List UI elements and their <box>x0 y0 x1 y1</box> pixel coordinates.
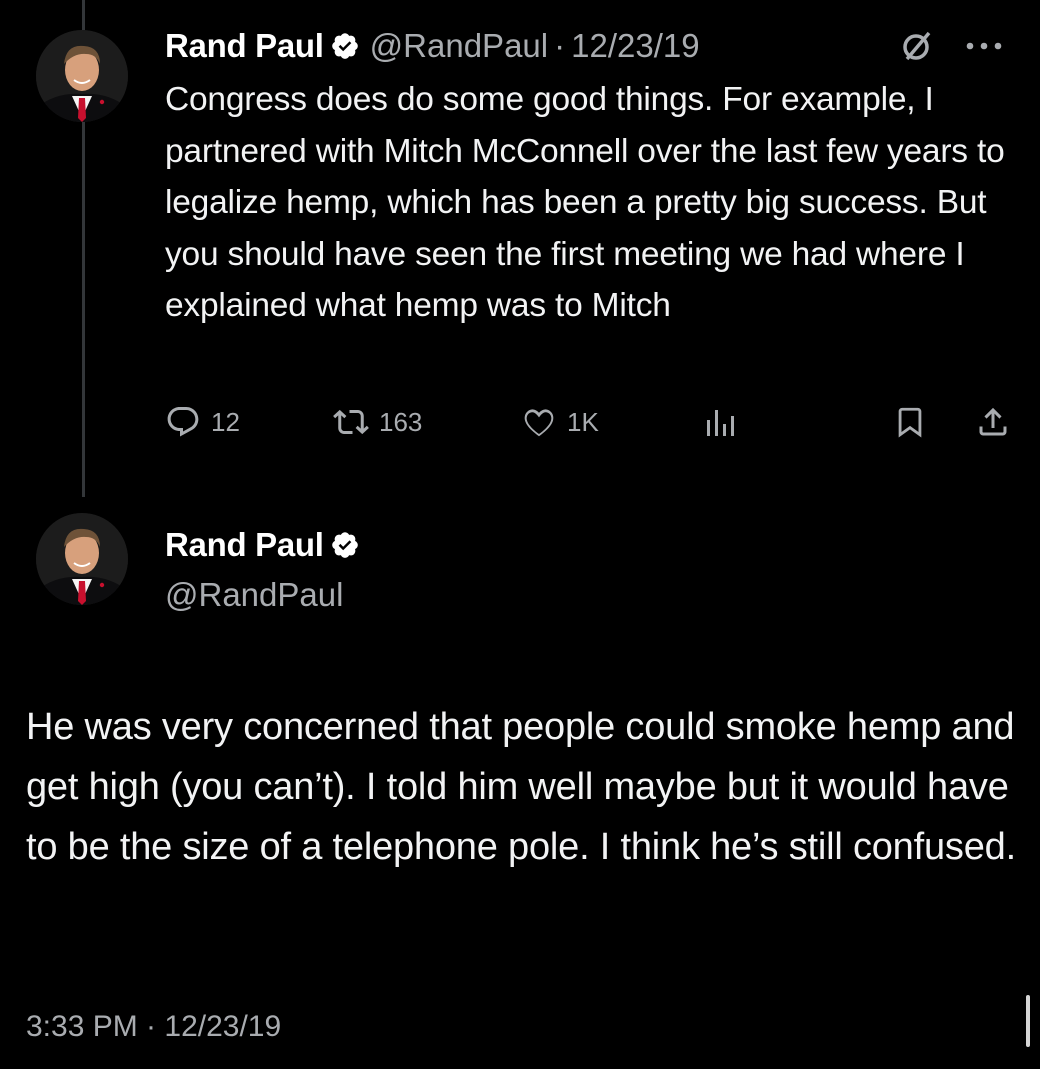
like-count: 1K <box>567 406 599 437</box>
header-icons <box>900 26 1004 66</box>
reply-icon <box>167 407 199 437</box>
views-button[interactable] <box>705 398 735 446</box>
grok-icon[interactable] <box>900 29 934 63</box>
like-button[interactable]: 1K <box>521 398 599 446</box>
scrollbar[interactable] <box>1026 995 1030 1047</box>
bookmark-icon <box>898 407 922 438</box>
avatar[interactable] <box>36 30 128 122</box>
avatar-photo-icon <box>36 30 128 122</box>
tweet-timestamp[interactable]: 3:33 PM · 12/23/19 <box>26 1010 281 1044</box>
share-icon <box>979 407 1007 436</box>
avatar-photo-icon <box>36 513 128 605</box>
avatar[interactable] <box>36 513 128 605</box>
repost-button[interactable]: 163 <box>333 398 422 446</box>
tweet-actions: 12 163 1K <box>165 398 1025 446</box>
author-handle[interactable]: @RandPaul <box>165 576 343 614</box>
more-icon[interactable] <box>964 40 1004 52</box>
tweet-text: Congress does do some good things. For e… <box>165 81 1005 324</box>
author-name[interactable]: Rand Paul <box>165 526 324 564</box>
tweet-header: Rand Paul @RandPaul · 12/23/19 <box>165 24 700 68</box>
verified-badge-icon[interactable] <box>330 530 360 560</box>
tweet-text: He was very concerned that people could … <box>26 706 1016 868</box>
tweet-thread: Rand Paul @RandPaul · 12/23/19 Congress … <box>0 0 1040 1069</box>
reply-count: 12 <box>211 406 240 437</box>
author-name[interactable]: Rand Paul <box>165 27 324 65</box>
separator-dot: · <box>554 27 566 64</box>
views-icon <box>707 410 734 436</box>
bookmark-button[interactable] <box>893 398 927 446</box>
verified-badge-icon[interactable] <box>330 31 360 61</box>
repost-count: 163 <box>379 406 423 437</box>
share-button[interactable] <box>975 398 1011 446</box>
like-icon <box>524 409 554 437</box>
reply-button[interactable]: 12 <box>165 398 240 446</box>
author-name-row: Rand Paul <box>165 526 360 564</box>
tweet-date[interactable]: 12/23/19 <box>571 27 699 65</box>
author-handle[interactable]: @RandPaul <box>370 27 548 65</box>
repost-icon <box>333 409 369 435</box>
